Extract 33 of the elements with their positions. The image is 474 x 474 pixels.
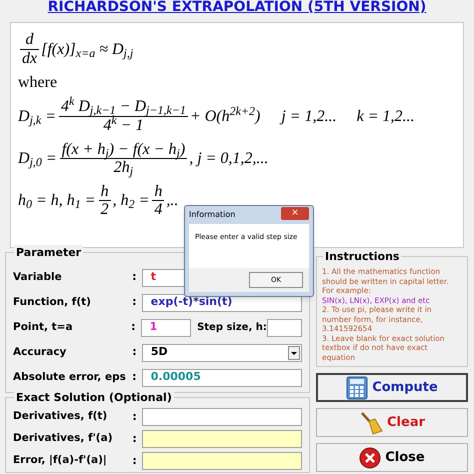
colon: :: [132, 269, 138, 286]
input-field[interactable]: 0.00005: [142, 368, 302, 386]
colon: :: [132, 344, 138, 360]
dropdown[interactable]: 5D: [142, 344, 302, 362]
field-label: Step size, h:: [197, 321, 267, 335]
group-legend: Exact Solution (Optional): [14, 390, 174, 406]
formula: where: [18, 73, 58, 92]
close-button[interactable]: Close: [316, 443, 468, 472]
colon: :: [132, 430, 138, 447]
field-label: Error, |f(a)-f'(a)|: [13, 453, 108, 468]
field-label: Variable: [13, 270, 63, 285]
field-label: Absolute error, eps: [13, 370, 127, 385]
field-label: Accuracy: [13, 344, 68, 360]
field-label: Point, t=a: [13, 320, 74, 335]
colon: :: [132, 294, 138, 310]
colon: :: [132, 408, 138, 425]
colon: :: [132, 369, 138, 386]
field-label: Derivatives, f(t): [13, 409, 108, 424]
field-label: Function, f(t): [13, 294, 92, 310]
close-icon: [359, 446, 382, 468]
colon: :: [132, 452, 138, 469]
input-field[interactable]: 1: [140, 318, 192, 336]
dialog-title: Information: [189, 209, 236, 221]
compute-button[interactable]: Compute: [316, 373, 468, 402]
app-title: RICHARDSON'S EXTRAPOLATION (5TH VERSION): [48, 0, 426, 17]
input-field[interactable]: [266, 318, 302, 336]
calculator-icon: [346, 376, 368, 400]
colon: :: [131, 319, 137, 336]
clear-button[interactable]: Clear: [316, 408, 468, 437]
input-field[interactable]: [142, 408, 302, 426]
close-button[interactable]: ×: [281, 207, 309, 220]
field-label: Derivatives, f'(a): [13, 431, 114, 446]
broom-icon: [359, 410, 383, 434]
